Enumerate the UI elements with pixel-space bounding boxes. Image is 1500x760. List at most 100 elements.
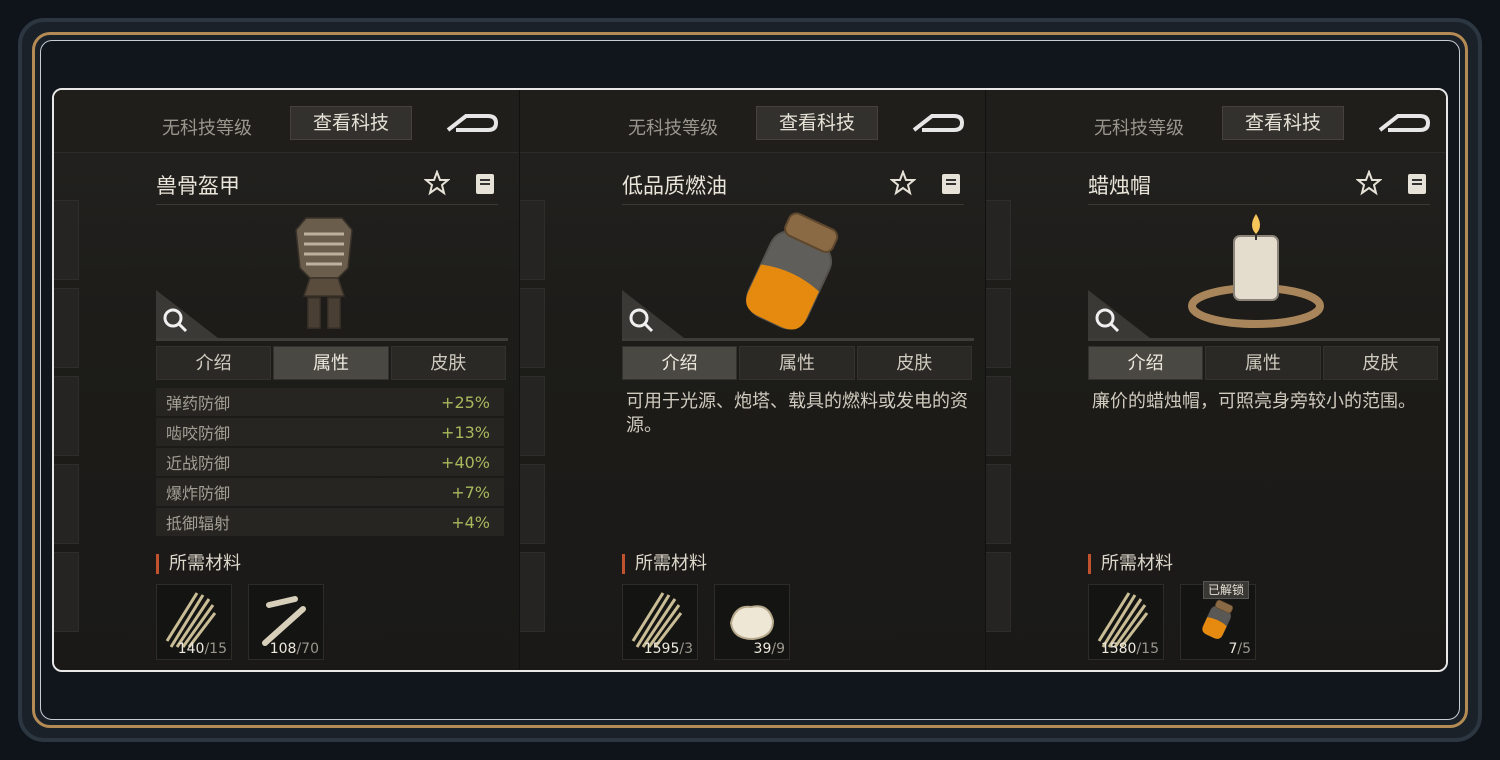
detail-tabs: 介绍 属性 皮肤 <box>156 346 506 380</box>
material-count: 1595/3 <box>644 641 693 657</box>
material-slot[interactable]: 108/70 <box>248 584 324 660</box>
detail-tabs: 介绍 属性 皮肤 <box>1088 346 1438 380</box>
material-count: 108/70 <box>270 641 319 657</box>
side-tab[interactable] <box>54 376 79 456</box>
tab-0[interactable]: 介绍 <box>1088 346 1204 380</box>
divider <box>156 204 498 205</box>
divider <box>1088 338 1440 341</box>
material-count: 39/9 <box>754 641 785 657</box>
tab-1[interactable]: 属性 <box>273 346 389 380</box>
material-slot[interactable]: 1580/15 <box>1088 584 1164 660</box>
material-slot[interactable]: 1595/3 <box>622 584 698 660</box>
stat-row: 近战防御 +40% <box>156 448 504 476</box>
divider <box>622 338 974 341</box>
stat-value: +13% <box>441 422 490 442</box>
side-tab[interactable] <box>54 200 79 280</box>
divider <box>622 204 964 205</box>
material-have: 39 <box>753 641 772 657</box>
stat-name: 爆炸防御 <box>166 484 231 503</box>
side-tab[interactable] <box>54 464 79 544</box>
back-icon[interactable] <box>1376 108 1432 138</box>
material-need: /5 <box>1237 641 1251 657</box>
stat-name: 抵御辐射 <box>166 514 231 533</box>
side-tab[interactable] <box>520 552 545 632</box>
crafting-panel: 无科技等级 查看科技 低品质燃油 介绍 属性 皮肤 可用于光源、炮塔、载具的燃料或发… <box>519 90 985 670</box>
side-tab[interactable] <box>520 288 545 368</box>
side-tab[interactable] <box>54 552 79 632</box>
material-need: /3 <box>679 641 693 657</box>
side-tab[interactable] <box>986 288 1011 368</box>
item-title: 低品质燃油 <box>622 174 727 198</box>
stat-name: 弹药防御 <box>166 394 231 413</box>
unlocked-badge: 已解锁 <box>1203 581 1250 599</box>
tab-2[interactable]: 皮肤 <box>1322 346 1438 380</box>
divider <box>1088 204 1430 205</box>
item-title: 兽骨盔甲 <box>156 174 240 198</box>
zoom-icon[interactable] <box>156 290 218 338</box>
candle-hat-icon <box>1166 208 1346 338</box>
material-have: 1580 <box>1100 641 1137 657</box>
material-need: /15 <box>204 641 227 657</box>
material-slot[interactable]: 140/15 <box>156 584 232 660</box>
side-tab[interactable] <box>986 552 1011 632</box>
book-icon[interactable] <box>940 172 962 196</box>
zoom-icon[interactable] <box>622 290 684 338</box>
material-slot[interactable]: 39/9 <box>714 584 790 660</box>
back-icon[interactable] <box>444 108 500 138</box>
stat-value: +4% <box>451 512 490 532</box>
bone-armor-icon <box>234 208 414 338</box>
stat-name: 啮咬防御 <box>166 424 231 443</box>
top-bar: 无科技等级 查看科技 <box>986 90 1446 153</box>
divider <box>156 338 508 341</box>
view-tech-button[interactable]: 查看科技 <box>290 106 412 140</box>
fuel-jar-icon <box>700 208 880 338</box>
side-tab[interactable] <box>520 464 545 544</box>
tab-2[interactable]: 皮肤 <box>856 346 972 380</box>
stat-name: 近战防御 <box>166 454 231 473</box>
material-need: /15 <box>1136 641 1159 657</box>
materials-list: 1580/15 已解锁 7/5 <box>1088 581 1256 660</box>
side-tab[interactable] <box>54 288 79 368</box>
view-tech-button[interactable]: 查看科技 <box>756 106 878 140</box>
side-tab[interactable] <box>520 376 545 456</box>
stat-row: 爆炸防御 +7% <box>156 478 504 506</box>
material-slot[interactable]: 已解锁 7/5 <box>1180 581 1256 660</box>
book-icon[interactable] <box>1406 172 1428 196</box>
material-need: /9 <box>771 641 785 657</box>
materials-list: 140/15 108/70 <box>156 584 324 660</box>
material-count: 1580/15 <box>1101 641 1159 657</box>
tab-1[interactable]: 属性 <box>1205 346 1321 380</box>
view-tech-button[interactable]: 查看科技 <box>1222 106 1344 140</box>
zoom-icon[interactable] <box>1088 290 1150 338</box>
star-icon[interactable] <box>423 169 451 196</box>
game-screenshot: 无科技等级 查看科技 兽骨盔甲 介绍 属性 皮肤 弹药防御 +25% 啮咬防御 … <box>52 88 1448 672</box>
material-need: /70 <box>296 641 319 657</box>
side-tab-strip <box>986 200 1012 670</box>
stat-row: 弹药防御 +25% <box>156 388 504 416</box>
book-icon[interactable] <box>474 172 496 196</box>
material-have: 108 <box>269 641 297 657</box>
side-tab[interactable] <box>986 200 1011 280</box>
crafting-panel: 无科技等级 查看科技 蜡烛帽 介绍 属性 皮肤 廉价的蜡烛帽，可照亮身旁较小的范围。… <box>985 90 1446 670</box>
side-tab[interactable] <box>986 464 1011 544</box>
item-title: 蜡烛帽 <box>1088 174 1151 198</box>
material-have: 1595 <box>643 641 680 657</box>
stat-value: +7% <box>451 482 490 502</box>
back-icon[interactable] <box>910 108 966 138</box>
tab-2[interactable]: 皮肤 <box>390 346 506 380</box>
material-have: 140 <box>177 641 205 657</box>
side-tab[interactable] <box>986 376 1011 456</box>
stat-value: +25% <box>441 392 490 412</box>
item-description: 廉价的蜡烛帽，可照亮身旁较小的范围。 <box>1092 391 1416 412</box>
tab-1[interactable]: 属性 <box>739 346 855 380</box>
top-bar: 无科技等级 查看科技 <box>54 90 519 153</box>
item-description: 可用于光源、炮塔、载具的燃料或发电的资源。 <box>626 391 968 436</box>
tab-0[interactable]: 介绍 <box>156 346 272 380</box>
top-bar: 无科技等级 查看科技 <box>520 90 985 153</box>
side-tab-strip <box>520 200 546 670</box>
tab-0[interactable]: 介绍 <box>622 346 738 380</box>
star-icon[interactable] <box>1355 169 1383 196</box>
star-icon[interactable] <box>889 169 917 196</box>
tech-level-label: 无科技等级 <box>162 118 252 139</box>
side-tab[interactable] <box>520 200 545 280</box>
